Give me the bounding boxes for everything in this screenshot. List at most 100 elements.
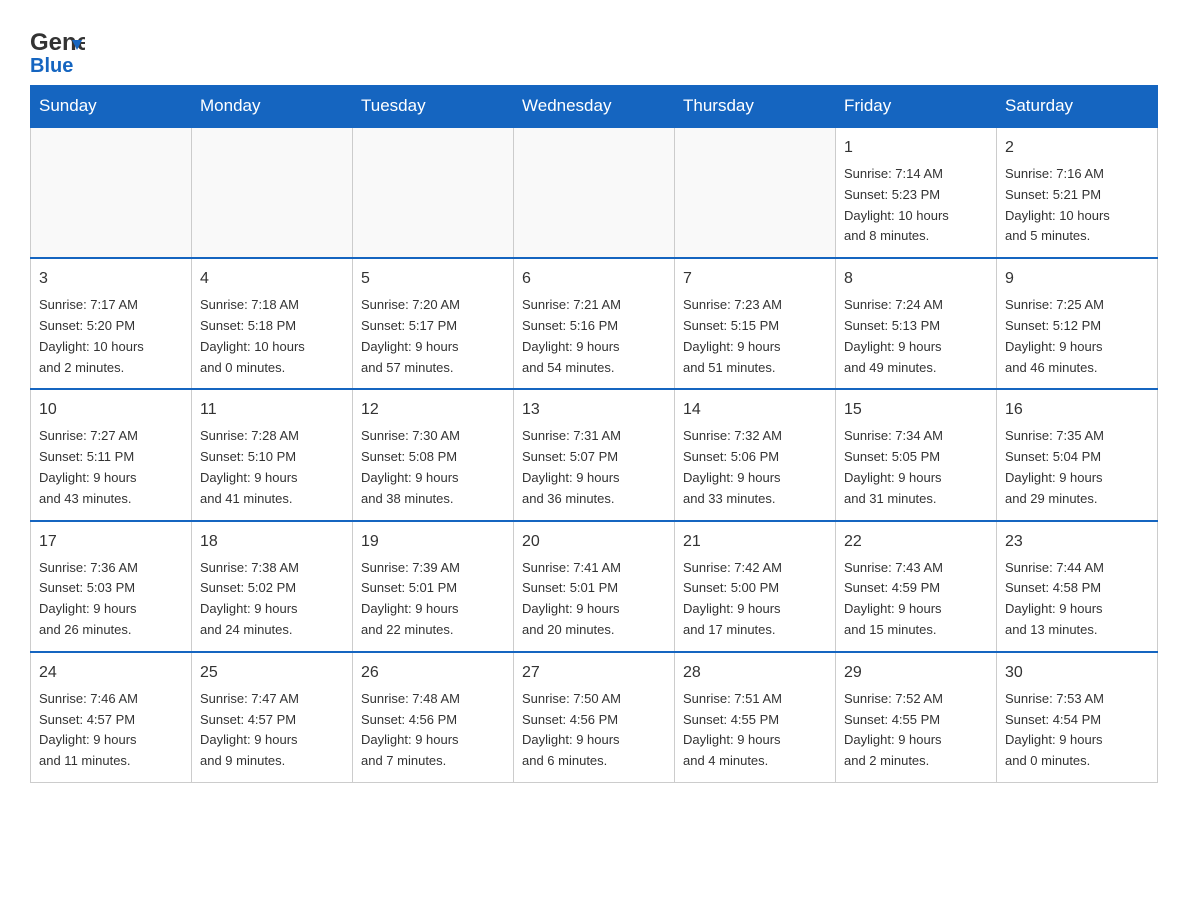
calendar-cell: 27 Sunrise: 7:50 AM Sunset: 4:56 PM Dayli…	[514, 652, 675, 783]
calendar-week-2: 3 Sunrise: 7:17 AM Sunset: 5:20 PM Daylig…	[31, 258, 1158, 389]
day-info: Sunrise: 7:42 AM Sunset: 5:00 PM Dayligh…	[683, 558, 827, 641]
calendar-cell: 19 Sunrise: 7:39 AM Sunset: 5:01 PM Dayli…	[353, 521, 514, 652]
calendar-cell: 7 Sunrise: 7:23 AM Sunset: 5:15 PM Daylig…	[675, 258, 836, 389]
day-info: Sunrise: 7:41 AM Sunset: 5:01 PM Dayligh…	[522, 558, 666, 641]
calendar-cell: 30 Sunrise: 7:53 AM Sunset: 4:54 PM Dayli…	[997, 652, 1158, 783]
calendar-table: SundayMondayTuesdayWednesdayThursdayFrid…	[30, 85, 1158, 783]
calendar-cell: 16 Sunrise: 7:35 AM Sunset: 5:04 PM Dayli…	[997, 389, 1158, 520]
day-number: 30	[1005, 661, 1149, 685]
calendar-cell: 22Sunrise: 7:43 AM Sunset: 4:59 PM Dayli…	[836, 521, 997, 652]
day-info: Sunrise: 7:50 AM Sunset: 4:56 PM Dayligh…	[522, 689, 666, 772]
day-number: 9	[1005, 267, 1149, 291]
calendar-cell: 15 Sunrise: 7:34 AM Sunset: 5:05 PM Dayli…	[836, 389, 997, 520]
day-info: Sunrise: 7:24 AM Sunset: 5:13 PM Dayligh…	[844, 295, 988, 378]
day-number: 13	[522, 398, 666, 422]
day-info: Sunrise: 7:28 AM Sunset: 5:10 PM Dayligh…	[200, 426, 344, 509]
weekday-header-sunday: Sunday	[31, 86, 192, 128]
day-number: 25	[200, 661, 344, 685]
calendar-cell: 3 Sunrise: 7:17 AM Sunset: 5:20 PM Daylig…	[31, 258, 192, 389]
day-number: 26	[361, 661, 505, 685]
calendar-week-4: 17Sunrise: 7:36 AM Sunset: 5:03 PM Dayli…	[31, 521, 1158, 652]
day-info: Sunrise: 7:38 AM Sunset: 5:02 PM Dayligh…	[200, 558, 344, 641]
calendar-cell: 24Sunrise: 7:46 AM Sunset: 4:57 PM Dayli…	[31, 652, 192, 783]
day-number: 27	[522, 661, 666, 685]
calendar-week-3: 10Sunrise: 7:27 AM Sunset: 5:11 PM Dayli…	[31, 389, 1158, 520]
day-info: Sunrise: 7:17 AM Sunset: 5:20 PM Dayligh…	[39, 295, 183, 378]
weekday-header-friday: Friday	[836, 86, 997, 128]
calendar-cell: 8 Sunrise: 7:24 AM Sunset: 5:13 PM Daylig…	[836, 258, 997, 389]
logo-icon: General Blue	[30, 20, 85, 75]
day-info: Sunrise: 7:14 AM Sunset: 5:23 PM Dayligh…	[844, 164, 988, 247]
calendar-cell: 12Sunrise: 7:30 AM Sunset: 5:08 PM Dayli…	[353, 389, 514, 520]
day-info: Sunrise: 7:53 AM Sunset: 4:54 PM Dayligh…	[1005, 689, 1149, 772]
calendar-header: SundayMondayTuesdayWednesdayThursdayFrid…	[31, 86, 1158, 128]
day-number: 14	[683, 398, 827, 422]
logo: General Blue	[30, 20, 85, 75]
calendar-cell: 14 Sunrise: 7:32 AM Sunset: 5:06 PM Dayli…	[675, 389, 836, 520]
day-info: Sunrise: 7:31 AM Sunset: 5:07 PM Dayligh…	[522, 426, 666, 509]
day-number: 2	[1005, 136, 1149, 160]
day-info: Sunrise: 7:47 AM Sunset: 4:57 PM Dayligh…	[200, 689, 344, 772]
day-number: 16	[1005, 398, 1149, 422]
day-info: Sunrise: 7:43 AM Sunset: 4:59 PM Dayligh…	[844, 558, 988, 641]
day-number: 18	[200, 530, 344, 554]
day-info: Sunrise: 7:21 AM Sunset: 5:16 PM Dayligh…	[522, 295, 666, 378]
day-number: 7	[683, 267, 827, 291]
calendar-cell	[675, 127, 836, 258]
calendar-cell: 4 Sunrise: 7:18 AM Sunset: 5:18 PM Daylig…	[192, 258, 353, 389]
day-info: Sunrise: 7:30 AM Sunset: 5:08 PM Dayligh…	[361, 426, 505, 509]
day-info: Sunrise: 7:52 AM Sunset: 4:55 PM Dayligh…	[844, 689, 988, 772]
day-info: Sunrise: 7:48 AM Sunset: 4:56 PM Dayligh…	[361, 689, 505, 772]
day-number: 15	[844, 398, 988, 422]
day-info: Sunrise: 7:18 AM Sunset: 5:18 PM Dayligh…	[200, 295, 344, 378]
day-number: 23	[1005, 530, 1149, 554]
calendar-cell	[192, 127, 353, 258]
day-info: Sunrise: 7:35 AM Sunset: 5:04 PM Dayligh…	[1005, 426, 1149, 509]
day-number: 28	[683, 661, 827, 685]
calendar-cell: 5Sunrise: 7:20 AM Sunset: 5:17 PM Daylig…	[353, 258, 514, 389]
calendar-cell: 11 Sunrise: 7:28 AM Sunset: 5:10 PM Dayli…	[192, 389, 353, 520]
calendar-cell: 10Sunrise: 7:27 AM Sunset: 5:11 PM Dayli…	[31, 389, 192, 520]
day-number: 6	[522, 267, 666, 291]
calendar-cell: 28 Sunrise: 7:51 AM Sunset: 4:55 PM Dayli…	[675, 652, 836, 783]
day-info: Sunrise: 7:39 AM Sunset: 5:01 PM Dayligh…	[361, 558, 505, 641]
day-info: Sunrise: 7:27 AM Sunset: 5:11 PM Dayligh…	[39, 426, 183, 509]
day-number: 29	[844, 661, 988, 685]
calendar-cell: 13 Sunrise: 7:31 AM Sunset: 5:07 PM Dayli…	[514, 389, 675, 520]
calendar-cell: 21 Sunrise: 7:42 AM Sunset: 5:00 PM Dayli…	[675, 521, 836, 652]
day-number: 5	[361, 267, 505, 291]
day-number: 4	[200, 267, 344, 291]
day-number: 3	[39, 267, 183, 291]
day-info: Sunrise: 7:23 AM Sunset: 5:15 PM Dayligh…	[683, 295, 827, 378]
day-info: Sunrise: 7:25 AM Sunset: 5:12 PM Dayligh…	[1005, 295, 1149, 378]
calendar-body: 1 Sunrise: 7:14 AM Sunset: 5:23 PM Daylig…	[31, 127, 1158, 782]
day-number: 1	[844, 136, 988, 160]
calendar-cell	[31, 127, 192, 258]
day-number: 21	[683, 530, 827, 554]
weekday-header-saturday: Saturday	[997, 86, 1158, 128]
day-info: Sunrise: 7:46 AM Sunset: 4:57 PM Dayligh…	[39, 689, 183, 772]
calendar-cell: 26 Sunrise: 7:48 AM Sunset: 4:56 PM Dayli…	[353, 652, 514, 783]
weekday-header-wednesday: Wednesday	[514, 86, 675, 128]
day-number: 11	[200, 398, 344, 422]
weekday-header-row: SundayMondayTuesdayWednesdayThursdayFrid…	[31, 86, 1158, 128]
calendar-cell: 1 Sunrise: 7:14 AM Sunset: 5:23 PM Daylig…	[836, 127, 997, 258]
calendar-week-5: 24Sunrise: 7:46 AM Sunset: 4:57 PM Dayli…	[31, 652, 1158, 783]
day-info: Sunrise: 7:51 AM Sunset: 4:55 PM Dayligh…	[683, 689, 827, 772]
calendar-cell: 9 Sunrise: 7:25 AM Sunset: 5:12 PM Daylig…	[997, 258, 1158, 389]
day-info: Sunrise: 7:34 AM Sunset: 5:05 PM Dayligh…	[844, 426, 988, 509]
calendar-cell: 18 Sunrise: 7:38 AM Sunset: 5:02 PM Dayli…	[192, 521, 353, 652]
calendar-cell: 23Sunrise: 7:44 AM Sunset: 4:58 PM Dayli…	[997, 521, 1158, 652]
calendar-cell: 6 Sunrise: 7:21 AM Sunset: 5:16 PM Daylig…	[514, 258, 675, 389]
svg-text:Blue: Blue	[30, 55, 73, 75]
calendar-cell: 2 Sunrise: 7:16 AM Sunset: 5:21 PM Daylig…	[997, 127, 1158, 258]
weekday-header-monday: Monday	[192, 86, 353, 128]
day-info: Sunrise: 7:32 AM Sunset: 5:06 PM Dayligh…	[683, 426, 827, 509]
day-info: Sunrise: 7:16 AM Sunset: 5:21 PM Dayligh…	[1005, 164, 1149, 247]
day-number: 19	[361, 530, 505, 554]
day-number: 8	[844, 267, 988, 291]
page-header: General Blue	[30, 20, 1158, 75]
weekday-header-tuesday: Tuesday	[353, 86, 514, 128]
weekday-header-thursday: Thursday	[675, 86, 836, 128]
day-info: Sunrise: 7:36 AM Sunset: 5:03 PM Dayligh…	[39, 558, 183, 641]
